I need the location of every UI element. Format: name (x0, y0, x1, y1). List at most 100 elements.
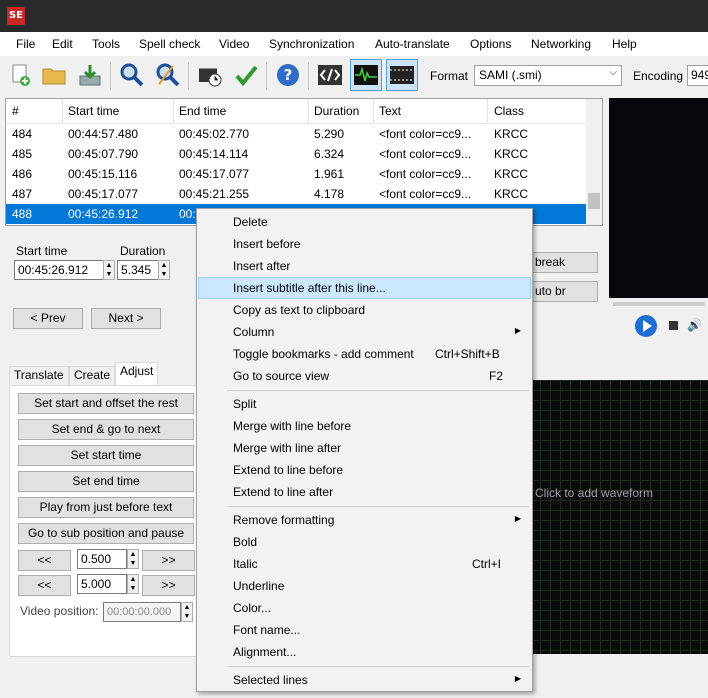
cell-text: <font color=cc9... (379, 167, 472, 181)
set-start-time-button[interactable]: Set start time (18, 445, 194, 466)
cell-start-time: 00:45:15.116 (68, 167, 138, 181)
chevron-down-icon: ⌵ (609, 67, 617, 78)
duration-input[interactable] (117, 260, 159, 280)
next-button[interactable]: Next > (91, 308, 161, 329)
seek-step-small-input[interactable] (77, 549, 127, 569)
menu-item-underline[interactable]: Underline (198, 575, 531, 597)
play-icon[interactable] (635, 315, 657, 337)
menu-item-column[interactable]: Column ▶ (198, 321, 531, 343)
help-icon[interactable]: ? (273, 60, 303, 90)
encoding-select[interactable]: 949 (687, 65, 708, 86)
table-row[interactable]: 484 00:44:57.480 00:45:02.770 5.290 <fon… (6, 124, 588, 144)
menu-file[interactable]: File (16, 37, 35, 51)
seek-step-small-spinner[interactable]: ▲ ▼ (127, 549, 139, 569)
prev-button[interactable]: < Prev (13, 308, 83, 329)
visual-sync-icon[interactable] (195, 60, 225, 90)
set-end-go-next-button[interactable]: Set end & go to next (18, 419, 194, 440)
waveform-panel[interactable] (530, 380, 708, 654)
find-icon[interactable] (117, 60, 147, 90)
menu-item-remove-formatting[interactable]: Remove formatting ▶ (198, 509, 531, 531)
grid-scrollbar[interactable] (586, 99, 602, 225)
menu-item-split[interactable]: Split (198, 393, 531, 415)
video-seek-bar[interactable] (613, 302, 705, 306)
menu-video[interactable]: Video (219, 37, 249, 51)
video-position-label: Video position: (20, 604, 99, 618)
go-to-sub-position-button[interactable]: Go to sub position and pause (18, 523, 194, 544)
cell-start-time: 00:45:17.077 (68, 187, 139, 201)
spell-check-icon[interactable] (231, 60, 261, 90)
menu-item-toggle-bookmarks[interactable]: Toggle bookmarks - add comment Ctrl+Shift… (198, 343, 531, 365)
menu-auto-translate[interactable]: Auto-translate (375, 37, 450, 51)
column-header-class[interactable]: Class (494, 104, 524, 118)
seek-forward-large-button[interactable]: >> (142, 575, 195, 596)
save-icon[interactable] (75, 60, 105, 90)
source-view-icon[interactable] (315, 60, 345, 90)
menu-item-alignment[interactable]: Alignment... (198, 641, 531, 663)
seek-step-large-input[interactable] (77, 574, 127, 594)
subtitle-grid[interactable]: # Start time End time Duration Text Clas… (5, 98, 603, 226)
video-toggle-icon[interactable] (386, 59, 418, 91)
auto-br-button[interactable]: uto br (530, 281, 598, 302)
submenu-arrow-icon: ▶ (514, 674, 521, 683)
format-label: Format (430, 69, 469, 83)
menu-spell-check[interactable]: Spell check (139, 37, 200, 51)
menu-item-insert-after[interactable]: Insert after (198, 255, 531, 277)
menu-networking[interactable]: Networking (531, 37, 591, 51)
seek-back-large-button[interactable]: << (18, 575, 71, 596)
video-position-input[interactable] (103, 602, 181, 622)
table-row[interactable]: 486 00:45:15.116 00:45:17.077 1.961 <fon… (6, 164, 588, 184)
menu-item-label: Remove formatting (233, 513, 335, 527)
menu-options[interactable]: Options (470, 37, 511, 51)
column-separator (373, 99, 374, 123)
column-header-text[interactable]: Text (379, 104, 401, 118)
start-time-spinner[interactable]: ▲ ▼ (103, 260, 115, 280)
replace-icon[interactable] (153, 60, 183, 90)
menu-tools[interactable]: Tools (92, 37, 120, 51)
menu-edit[interactable]: Edit (52, 37, 73, 51)
menu-item-font-name[interactable]: Font name... (198, 619, 531, 641)
play-before-text-button[interactable]: Play from just before text (18, 497, 194, 518)
column-header-number[interactable]: # (12, 104, 19, 118)
video-position-spinner[interactable]: ▲ ▼ (181, 602, 193, 622)
menu-help[interactable]: Help (612, 37, 637, 51)
waveform-toggle-icon[interactable] (350, 59, 382, 91)
menu-item-insert-subtitle-after[interactable]: Insert subtitle after this line... (198, 277, 531, 299)
open-folder-icon[interactable] (39, 60, 69, 90)
tab-adjust[interactable]: Adjust (115, 362, 159, 387)
seek-step-large-spinner[interactable]: ▲ ▼ (127, 574, 139, 594)
column-header-start-time[interactable]: Start time (68, 104, 119, 118)
menu-item-color[interactable]: Color... (198, 597, 531, 619)
menu-item-label: Copy as text to clipboard (233, 303, 366, 317)
menu-item-delete[interactable]: Delete (198, 211, 531, 233)
format-select[interactable]: SAMI (.smi) ⌵ (474, 65, 622, 86)
menu-item-merge-after[interactable]: Merge with line after (198, 437, 531, 459)
column-header-end-time[interactable]: End time (179, 104, 226, 118)
set-start-and-offset-button[interactable]: Set start and offset the rest (18, 393, 194, 414)
menu-item-selected-lines[interactable]: Selected lines ▶ (198, 669, 531, 691)
menu-item-extend-before[interactable]: Extend to line before (198, 459, 531, 481)
table-row[interactable]: 485 00:45:07.790 00:45:14.114 6.324 <fon… (6, 144, 588, 164)
menu-item-copy-as-text[interactable]: Copy as text to clipboard (198, 299, 531, 321)
table-row[interactable]: 487 00:45:17.077 00:45:21.255 4.178 <fon… (6, 184, 588, 204)
seek-back-small-button[interactable]: << (18, 550, 71, 571)
menu-item-insert-before[interactable]: Insert before (198, 233, 531, 255)
volume-icon[interactable]: 🔊 (687, 318, 702, 332)
menu-synchronization[interactable]: Synchronization (269, 37, 354, 51)
set-end-time-button[interactable]: Set end time (18, 471, 194, 492)
menu-item-italic[interactable]: Italic Ctrl+I (198, 553, 531, 575)
menu-item-go-to-source-view[interactable]: Go to source view F2 (198, 365, 531, 387)
column-header-duration[interactable]: Duration (314, 104, 359, 118)
menu-item-label: Underline (233, 579, 285, 593)
menu-item-merge-before[interactable]: Merge with line before (198, 415, 531, 437)
unbreak-button[interactable]: break (530, 252, 598, 273)
cell-class: KRCC (494, 187, 529, 201)
menu-item-label: Extend to line before (233, 463, 344, 477)
scrollbar-thumb[interactable] (588, 193, 600, 209)
menu-item-bold[interactable]: Bold (198, 531, 531, 553)
duration-spinner[interactable]: ▲ ▼ (158, 260, 170, 280)
seek-forward-small-button[interactable]: >> (142, 550, 195, 571)
start-time-input[interactable] (14, 260, 104, 280)
stop-icon[interactable] (669, 321, 678, 330)
menu-item-extend-after[interactable]: Extend to line after (198, 481, 531, 503)
new-file-icon[interactable] (5, 60, 35, 90)
